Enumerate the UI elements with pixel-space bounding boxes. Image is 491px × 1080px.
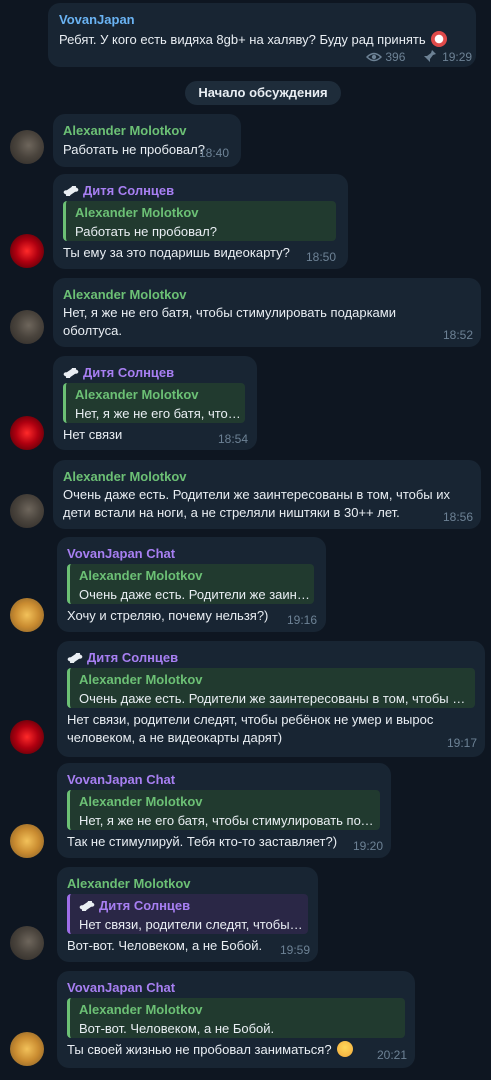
avatar[interactable] [10,130,44,164]
message-author-name: Дитя Солнцев [87,650,179,665]
message-time: 19:17 [446,736,477,750]
reply-author: Alexander Molotkov [79,794,203,809]
message-time: 18:40 [198,146,229,160]
message-author[interactable]: Дитя Солнцев [67,650,178,665]
post-text-content: Ребят. У кого есть видяха 8gb+ на халяву… [59,32,426,47]
reply-quote[interactable]: Alexander Molotkov Нет, я же не его батя… [67,790,380,830]
message-bubble[interactable]: Alexander Molotkov Работать не пробовал?… [53,114,241,167]
message-time: 19:16 [286,613,317,627]
reply-author: Alexander Molotkov [75,387,199,402]
message-bubble[interactable]: VovanJapan Chat Alexander Molotkov Очень… [57,537,326,632]
message-time: 19:59 [279,943,310,957]
reply-author: Alexander Molotkov [79,568,203,583]
message-author[interactable]: Дитя Солнцев [63,183,174,198]
reply-text: Нет, я же не его батя, чтобы стимулирова… [79,813,377,828]
message-author[interactable]: Alexander Molotkov [63,469,187,484]
message-bubble[interactable]: Дитя Солнцев Alexander Molotkov Нет, я ж… [53,356,257,450]
reply-text: Вот-вот. Человеком, а не Бобой. [79,1021,275,1036]
message-text-line-2: дети встали на ноги, а не стреляли ништя… [63,505,400,520]
message-text-line-1: Нет связи, родители следят, чтобы ребёно… [67,712,434,727]
message-author[interactable]: Alexander Molotkov [63,287,187,302]
message-time: 18:52 [442,328,473,342]
message-time: 18:54 [217,432,248,446]
message-author[interactable]: VovanJapan Chat [67,980,175,995]
post-time: 19:29 [442,50,473,64]
message-text-line-1: Очень даже есть. Родители же заинтересов… [63,487,451,502]
avatar[interactable] [10,494,44,528]
reply-quote[interactable]: Alexander Molotkov Вот-вот. Человеком, а… [67,998,405,1038]
bone-icon [63,186,79,196]
avatar[interactable] [10,234,44,268]
message-text: Работать не пробовал? [63,142,205,157]
avatar[interactable] [10,598,44,632]
message-text: Ты своей жизнью не пробовал заниматься? [67,1041,354,1059]
message-bubble[interactable]: Alexander Molotkov Нет, я же не его батя… [53,278,481,347]
reply-quote[interactable]: Дитя Солнцев Нет связи, родители следят,… [67,894,308,934]
reply-author: Alexander Molotkov [79,1002,203,1017]
reply-text: Нет связи, родители следят, чтобы ребёно… [79,917,305,932]
message-text-content: Ты своей жизнью не пробовал заниматься? [67,1042,332,1057]
reply-author: Дитя Солнцев [79,898,190,913]
message-author[interactable]: Alexander Molotkov [67,876,191,891]
pin-icon [423,50,436,62]
reply-quote[interactable]: Alexander Molotkov Очень даже есть. Роди… [67,564,314,604]
reply-quote[interactable]: Alexander Molotkov Нет, я же не его батя… [63,383,245,423]
message-text: Хочу и стреляю, почему нельзя?) [67,608,269,623]
message-bubble[interactable]: Alexander Molotkov Очень даже есть. Роди… [53,460,481,529]
message-text: Так не стимулируй. Тебя кто-то заставляе… [67,834,338,849]
views-count: 396 [385,50,406,64]
message-text: Нет связи [63,427,123,442]
bone-icon [79,901,95,911]
reply-text: Нет, я же не его батя, чтобы стимулирова… [75,406,242,421]
reply-text: Очень даже есть. Родители же заинтересов… [79,587,311,602]
avatar[interactable] [10,926,44,960]
message-bubble[interactable]: Дитя Солнцев Alexander Molotkov Очень да… [57,641,485,757]
message-author[interactable]: Дитя Солнцев [63,365,174,380]
reply-author: Alexander Molotkov [79,672,203,687]
discussion-start-label: Начало обсуждения [185,81,341,105]
message-time: 18:50 [305,250,336,264]
avatar[interactable] [10,310,44,344]
message-text: Вот-вот. Человеком, а не Бобой. [67,938,263,953]
message-time: 18:56 [442,510,473,524]
reply-author: Alexander Molotkov [75,205,199,220]
message-author-name: Дитя Солнцев [83,183,175,198]
bone-icon [67,653,83,663]
reply-quote[interactable]: Alexander Molotkov Работать не пробовал? [63,201,336,241]
message-text-line-2: человеком, а не видеокарты дарят) [67,730,283,745]
message-text-line-1: Нет, я же не его батя, чтобы стимулирова… [63,305,396,320]
flushed-face-emoji-icon [337,1041,354,1057]
message-text: Ты ему за это подаришь видеокарту? [63,245,290,260]
message-author-name: Дитя Солнцев [83,365,175,380]
avatar[interactable] [10,416,44,450]
avatar[interactable] [10,824,44,858]
message-bubble[interactable]: VovanJapan Chat Alexander Molotkov Нет, … [57,763,391,858]
reply-text: Работать не пробовал? [75,224,217,239]
message-bubble[interactable]: Alexander Molotkov Дитя Солнцев Нет связ… [57,867,318,962]
message-author[interactable]: VovanJapan Chat [67,546,175,561]
post-author[interactable]: VovanJapan [59,12,135,27]
message-author[interactable]: Alexander Molotkov [63,123,187,138]
message-text-line-2: оболтуса. [63,323,123,338]
eye-icon [365,52,383,62]
reply-text: Очень даже есть. Родители же заинтересов… [79,691,472,706]
post-meta: 396 19:29 [365,49,473,64]
avatar[interactable] [10,1032,44,1066]
reply-quote[interactable]: Alexander Molotkov Очень даже есть. Роди… [67,668,475,708]
message-time: 19:20 [352,839,383,853]
bone-icon [63,368,79,378]
clock-emoji-icon [431,31,448,47]
channel-post[interactable]: VovanJapan Ребят. У кого есть видяха 8gb… [48,3,476,67]
reply-author-name: Дитя Солнцев [99,898,191,913]
post-text: Ребят. У кого есть видяха 8gb+ на халяву… [59,31,448,49]
message-time: 20:21 [376,1048,407,1062]
avatar[interactable] [10,720,44,754]
message-bubble[interactable]: Дитя Солнцев Alexander Molotkov Работать… [53,174,348,269]
message-bubble[interactable]: VovanJapan Chat Alexander Molotkov Вот-в… [57,971,415,1068]
message-author[interactable]: VovanJapan Chat [67,772,175,787]
